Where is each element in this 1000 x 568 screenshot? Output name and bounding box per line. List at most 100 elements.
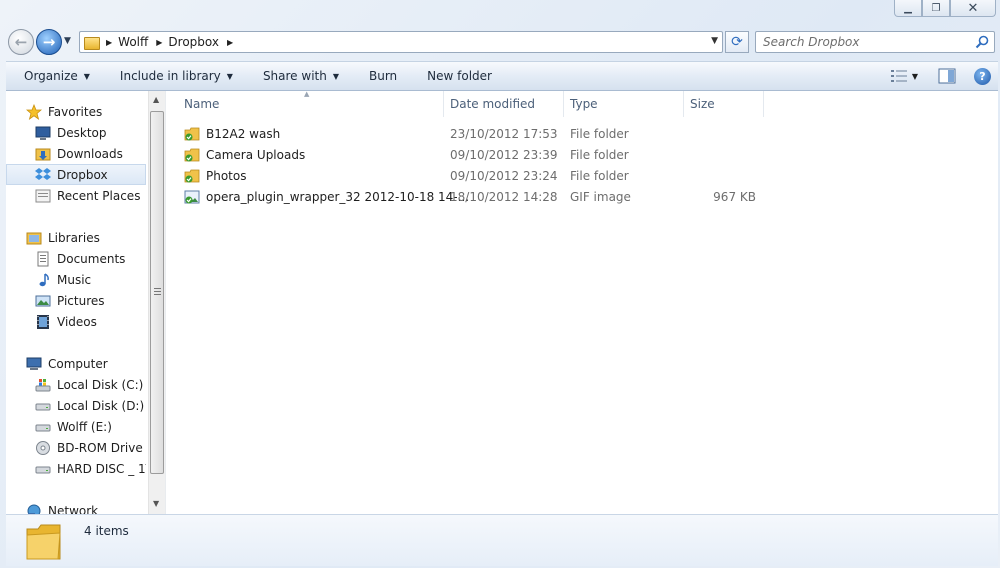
sidebar-item-local-disk-c[interactable]: Local Disk (C:) [6,374,146,395]
sidebar-item-label: Local Disk (C:) [57,377,144,392]
sidebar-item-label: Desktop [57,125,107,140]
size-cell: 967 KB [713,189,756,204]
details-pane: 4 items [6,514,998,566]
breadcrumb-chevron-icon[interactable]: ▶ [156,38,162,47]
sidebar-group-label: Libraries [48,230,100,245]
include-in-library-button[interactable]: Include in library ▼ [100,63,243,89]
view-controls: ▼ ? [890,62,998,90]
gif-image-icon [184,190,200,203]
navigation-pane: Favorites Desktop Downloads Dropbox Rece… [6,91,148,514]
include-in-library-label: Include in library [119,69,221,83]
preview-pane-icon[interactable] [938,68,956,84]
sidebar-item-label: Videos [57,314,97,329]
minimize-button[interactable]: ▁ [894,0,922,17]
column-header-label: Type [570,97,598,111]
file-name: Photos [206,168,247,183]
sidebar-item-desktop[interactable]: Desktop [6,122,146,143]
sidebar-item-music[interactable]: Music [6,269,146,290]
search-input[interactable] [763,35,968,49]
file-row[interactable]: Camera Uploads 09/10/2012 23:39 File fol… [166,144,766,165]
sidebar-item-label: BD-ROM Drive (G [57,440,146,455]
sidebar-item-label: Local Disk (D:) [57,398,145,413]
organize-button[interactable]: Organize ▼ [6,63,100,89]
sidebar-item-downloads[interactable]: Downloads [6,143,146,164]
file-name: B12A2 wash [206,126,281,141]
refresh-button[interactable]: ⟳ [725,31,749,53]
breadcrumb-wolff[interactable]: Wolff [118,35,148,49]
sidebar-item-bd-rom-drive[interactable]: BD-ROM Drive (G [6,437,146,458]
documents-icon [37,251,49,266]
burn-button[interactable]: Burn [349,63,407,89]
column-header-size[interactable]: Size [684,91,764,117]
folder-icon [84,36,100,50]
chevron-down-icon: ▼ [83,71,90,81]
column-header-name[interactable]: ▲ Name [166,90,444,117]
sidebar-item-recent-places[interactable]: Recent Places [6,185,146,206]
size-cell [690,144,756,165]
sidebar-group-computer[interactable]: Computer [6,353,146,374]
synced-folder-icon [184,169,200,182]
file-name: Camera Uploads [206,147,306,162]
column-header-date-modified[interactable]: Date modified [444,91,564,117]
recent-pages-dropdown[interactable]: ▼ [64,36,71,46]
sidebar-group-network[interactable]: Network [6,500,146,514]
drive-icon [35,403,51,410]
search-box [755,31,995,53]
minimize-icon: ▁ [904,2,912,14]
drive-icon [35,466,51,473]
command-bar: Organize ▼ Include in library ▼ Share wi… [6,61,998,91]
share-with-button[interactable]: Share with ▼ [243,63,349,89]
recent-places-icon [35,189,51,202]
file-name-cell: B12A2 wash [184,123,280,144]
file-row[interactable]: Photos 09/10/2012 23:24 File folder [166,165,766,186]
folder-icon [26,524,61,560]
sidebar-item-local-disk-d[interactable]: Local Disk (D:) [6,395,146,416]
sidebar-item-pictures[interactable]: Pictures [6,290,146,311]
address-bar[interactable]: ▶ Wolff ▶ Dropbox ▶ ▼ [79,31,723,53]
windows-drive-icon [35,378,51,391]
sidebar-item-wolff-e[interactable]: Wolff (E:) [6,416,146,437]
breadcrumb-chevron-icon[interactable]: ▶ [106,38,112,47]
sidebar-item-label: Recent Places [57,188,141,203]
search-icon[interactable] [975,35,989,49]
forward-button[interactable]: → [36,29,62,55]
breadcrumb-chevron-icon[interactable]: ▶ [227,38,233,47]
file-list: ▲ Name Date modified Type Size B12A2 was… [166,90,998,514]
address-history-dropdown[interactable]: ▼ [711,36,718,46]
music-icon [39,272,49,286]
type-cell: File folder [570,168,629,183]
desktop-icon [35,126,51,140]
date-modified-cell: 18/10/2012 14:28 [450,189,558,204]
column-header-type[interactable]: Type [564,91,684,117]
new-folder-button[interactable]: New folder [407,63,502,89]
date-modified-cell: 09/10/2012 23:39 [450,147,558,162]
libraries-icon [26,232,42,244]
sidebar-group-favorites[interactable]: Favorites [6,101,146,122]
sidebar-item-hard-disc[interactable]: HARD DISC _ 1TE [6,458,146,479]
scrollbar-thumb[interactable] [150,111,164,474]
sidebar-item-dropbox[interactable]: Dropbox [6,164,146,185]
sidebar-item-label: HARD DISC _ 1TE [57,461,146,476]
explorer-window: ▁ ❐ ✕ ← → ▼ ▶ Wolff ▶ Dropbox ▶ ▼ ⟳ Sear… [0,0,1000,568]
chevron-down-icon: ▼ [332,71,339,81]
change-view-icon[interactable] [890,69,908,83]
file-row[interactable]: opera_plugin_wrapper_32 2012-10-18 14-..… [166,186,766,207]
sidebar-item-documents[interactable]: Documents [6,248,146,269]
navigation-pane-scrollbar[interactable]: ▲ ▼ [148,91,165,514]
type-cell: File folder [570,147,629,162]
sidebar-item-videos[interactable]: Videos [6,311,146,332]
scroll-up-icon[interactable]: ▲ [153,95,159,104]
breadcrumb-dropbox[interactable]: Dropbox [168,35,219,49]
computer-icon [26,357,42,370]
file-row[interactable]: B12A2 wash 23/10/2012 17:53 File folder [166,123,766,144]
videos-icon [37,314,49,329]
scroll-down-icon[interactable]: ▼ [153,499,159,508]
maximize-button[interactable]: ❐ [922,0,950,17]
view-options-dropdown[interactable]: ▼ [912,72,918,81]
back-button[interactable]: ← [8,29,34,55]
close-button[interactable]: ✕ [950,0,996,17]
date-modified-cell: 09/10/2012 23:24 [450,168,558,183]
help-icon[interactable]: ? [974,67,991,85]
sidebar-group-libraries[interactable]: Libraries [6,227,146,248]
file-name-cell: Camera Uploads [184,144,305,165]
